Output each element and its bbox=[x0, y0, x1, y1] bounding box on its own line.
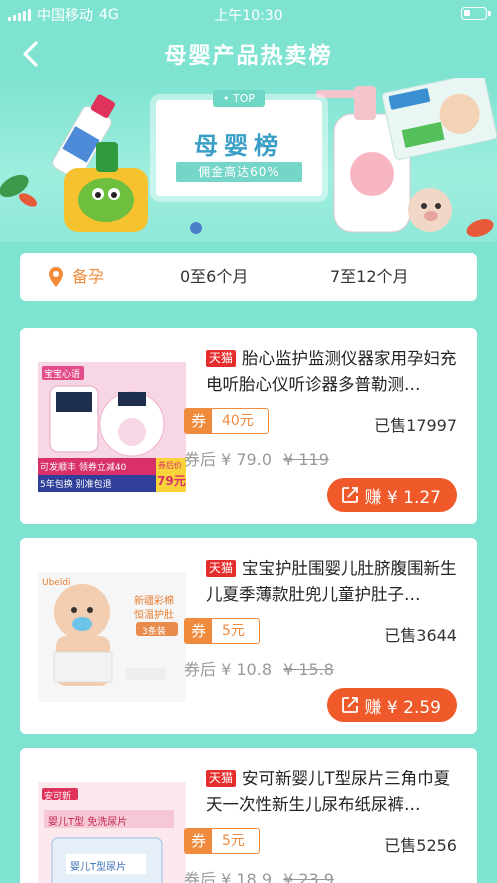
tmall-tag: 天猫 bbox=[206, 560, 237, 577]
tab-0-6-months[interactable]: 0至6个月 bbox=[180, 253, 248, 301]
banner-subtitle: 佣金高达60% bbox=[176, 162, 302, 182]
original-price: ¥ 23.9 bbox=[283, 870, 334, 883]
image-product-line: 婴儿T型 免洗尿片 bbox=[48, 817, 128, 828]
image-brand: 安可新 bbox=[44, 792, 72, 802]
location-pin-icon bbox=[49, 267, 63, 287]
banner[interactable]: • TOP 母婴榜 佣金高达60% bbox=[0, 78, 497, 242]
page-title: 母婴产品热卖榜 bbox=[164, 44, 333, 69]
price: ¥ 10.8 bbox=[221, 660, 272, 679]
product-title[interactable]: 天猫 胎心监护监测仪器家用孕妇充电听胎心仪听诊器多普勒测… bbox=[206, 346, 466, 398]
tab-prepregnancy[interactable]: 备孕 bbox=[48, 253, 104, 301]
after-coupon-label: 券后 bbox=[184, 870, 217, 883]
banner-heading: 母婴榜 bbox=[194, 132, 284, 160]
tmall-tag: 天猫 bbox=[206, 350, 237, 367]
sold-count: 已售3644 bbox=[384, 626, 457, 645]
sold-count: 已售5256 bbox=[384, 836, 457, 855]
product-image: 安可新 婴儿T型 免洗尿片 婴儿T型尿片 bbox=[38, 782, 186, 883]
price-line: 券后 ¥ 10.8 ¥ 15.8 bbox=[184, 656, 334, 680]
image-brand: Ubeldi bbox=[42, 578, 71, 588]
coupon-label: 券 bbox=[185, 409, 213, 433]
price: ¥ 18.9 bbox=[221, 870, 272, 883]
product-title[interactable]: 天猫 宝宝护肚围婴儿肚脐腹围新生儿夏季薄款肚兜儿童护肚子… bbox=[206, 556, 466, 608]
coupon-badge: 券 5元 bbox=[184, 618, 260, 644]
coupon-badge: 券 5元 bbox=[184, 828, 260, 854]
status-bar: 中国移动 4G 上午10:30 bbox=[0, 0, 497, 28]
earn-button[interactable]: 赚 ¥ 2.59 bbox=[326, 688, 457, 722]
after-coupon-label: 券后 bbox=[184, 660, 217, 679]
tab-7-12-months[interactable]: 7至12个月 bbox=[330, 253, 409, 301]
product-title-text: 宝宝护肚围婴儿肚脐腹围新生儿夏季薄款肚兜儿童护肚子… bbox=[206, 559, 457, 604]
product-title[interactable]: 天猫 安可新婴儿T型尿片三角巾夏天一次性新生儿尿布纸尿裤… bbox=[206, 766, 466, 818]
after-coupon-label: 券后 bbox=[184, 450, 217, 469]
coupon-value: 40元 bbox=[222, 413, 254, 429]
coupon-label: 券 bbox=[185, 829, 213, 853]
image-count: 3条装 bbox=[142, 627, 166, 637]
nav-bar: 母婴产品热卖榜 bbox=[0, 30, 497, 78]
product-card[interactable]: 宝宝心语 可发顺丰 领券立减40 5年包换 别准包退 券后价 79元 天猫 胎心监… bbox=[20, 328, 477, 524]
banner-top-tag: • TOP bbox=[213, 90, 265, 107]
product-card[interactable]: Ubeldi 新疆彩棉 恒温护肚 3条装 天猫 宝宝护肚围婴儿肚脐腹围新生儿夏季薄… bbox=[20, 538, 477, 734]
banner-center-card: • TOP 母婴榜 佣金高达60% bbox=[156, 90, 322, 196]
image-feature-1: 新疆彩棉 bbox=[134, 596, 174, 607]
coupon-value: 5元 bbox=[222, 833, 245, 849]
coupon-badge: 券 40元 bbox=[184, 408, 269, 434]
image-package-label: 婴儿T型尿片 bbox=[70, 862, 127, 873]
image-after-price: 79元 bbox=[157, 474, 186, 488]
tmall-tag: 天猫 bbox=[206, 770, 237, 787]
sold-count: 已售17997 bbox=[374, 416, 457, 435]
coupon-label: 券 bbox=[185, 619, 213, 643]
price-line: 券后 ¥ 18.9 ¥ 23.9 bbox=[184, 866, 334, 883]
original-price: ¥ 119 bbox=[283, 450, 329, 469]
product-title-text: 安可新婴儿T型尿片三角巾夏天一次性新生儿尿布纸尿裤… bbox=[206, 769, 451, 814]
battery-icon bbox=[461, 7, 487, 20]
earn-amount: 赚 ¥ 2.59 bbox=[364, 697, 441, 718]
tab-label: 备孕 bbox=[72, 267, 105, 286]
product-image: 宝宝心语 可发顺丰 领券立减40 5年包换 别准包退 券后价 79元 bbox=[38, 362, 186, 492]
product-image: Ubeldi 新疆彩棉 恒温护肚 3条装 bbox=[38, 572, 186, 702]
status-time: 上午10:30 bbox=[214, 8, 283, 24]
share-edit-icon bbox=[341, 487, 358, 503]
category-tabs: 备孕 0至6个月 7至12个月 bbox=[20, 253, 477, 301]
page: 中国移动 4G 上午10:30 母婴产品热卖榜 • TOP 母婴榜 佣金高达60… bbox=[0, 0, 497, 883]
price-line: 券后 ¥ 79.0 ¥ 119 bbox=[184, 446, 329, 470]
battery-cap bbox=[488, 11, 491, 16]
earn-button[interactable]: 赚 ¥ 1.27 bbox=[326, 478, 457, 512]
product-title-text: 胎心监护监测仪器家用孕妇充电听胎心仪听诊器多普勒测… bbox=[206, 349, 457, 394]
image-warranty: 5年包换 别准包退 bbox=[40, 480, 112, 490]
image-promo: 可发顺丰 领券立减40 bbox=[40, 463, 127, 473]
original-price: ¥ 15.8 bbox=[283, 660, 334, 679]
image-after-price-label: 券后价 bbox=[158, 461, 182, 470]
image-feature-2: 恒温护肚 bbox=[134, 610, 174, 621]
coupon-value: 5元 bbox=[222, 623, 245, 639]
price: ¥ 79.0 bbox=[221, 450, 272, 469]
image-brand: 宝宝心语 bbox=[44, 370, 81, 380]
earn-amount: 赚 ¥ 1.27 bbox=[364, 487, 441, 508]
share-edit-icon bbox=[341, 697, 358, 713]
product-card[interactable]: 安可新 婴儿T型 免洗尿片 婴儿T型尿片 天猫 安可新婴儿T型尿片三角巾夏天一次性… bbox=[20, 748, 477, 883]
